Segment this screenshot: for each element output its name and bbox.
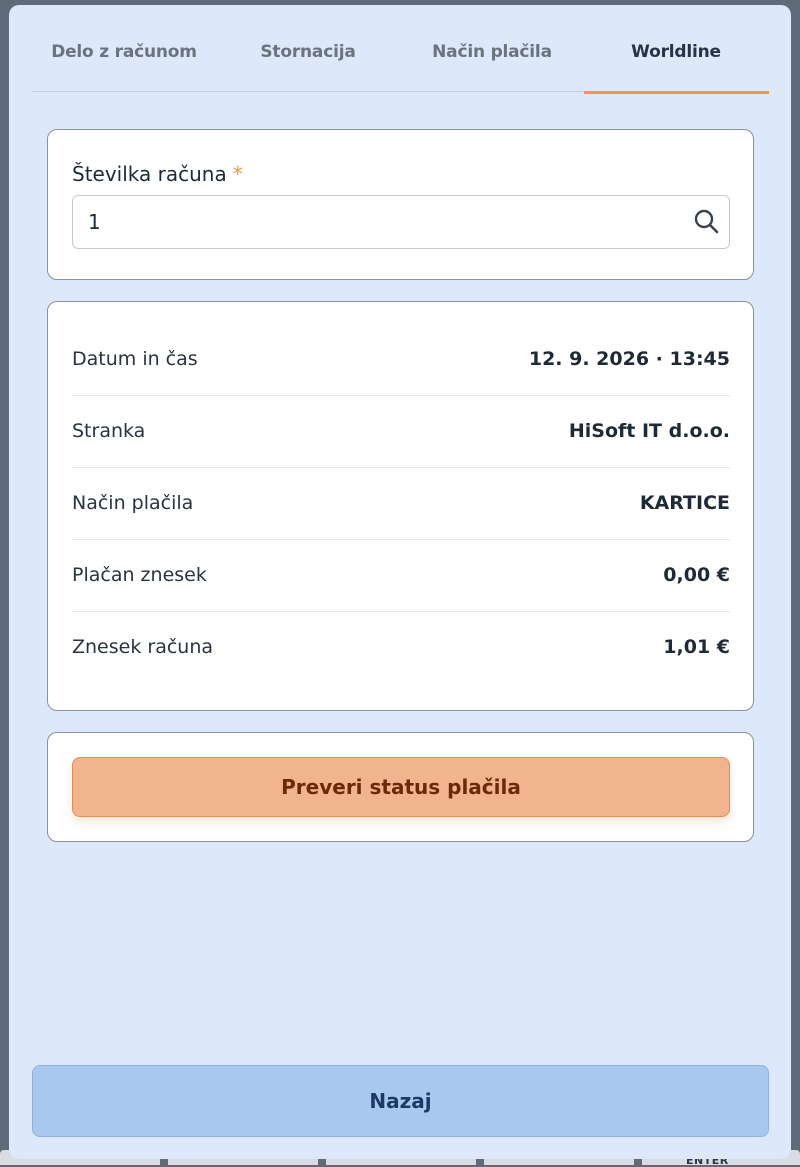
detail-value: HiSoft IT d.o.o.	[568, 420, 730, 442]
detail-label: Način plačila	[72, 492, 194, 514]
detail-label: Znesek računa	[72, 636, 214, 658]
search-icon[interactable]	[693, 208, 719, 234]
status-action-card: Preveri status plačila	[47, 732, 754, 842]
tab-cancellation[interactable]: Stornacija	[216, 5, 400, 92]
invoice-number-input[interactable]	[73, 196, 673, 248]
invoice-number-label-text: Številka računa	[72, 162, 227, 186]
payment-details-card: Datum in čas 12. 9. 2026 · 13:45 Stranka…	[47, 301, 754, 711]
back-button[interactable]: Nazaj	[32, 1065, 769, 1137]
required-mark: *	[232, 162, 243, 186]
detail-row-paid-amount: Plačan znesek 0,00 €	[72, 539, 730, 611]
detail-label: Stranka	[72, 420, 146, 442]
detail-value: 12. 9. 2026 · 13:45	[528, 348, 730, 370]
tab-payment-method[interactable]: Način plačila	[400, 5, 584, 92]
detail-row-payment-method: Način plačila KARTICE	[72, 467, 730, 539]
detail-row-customer: Stranka HiSoft IT d.o.o.	[72, 395, 730, 467]
tab-invoice-actions[interactable]: Delo z računom	[32, 5, 216, 92]
detail-value: 0,00 €	[663, 564, 730, 586]
detail-label: Datum in čas	[72, 348, 198, 370]
payment-modal: Delo z računom Stornacija Način plačila …	[9, 5, 791, 1159]
invoice-number-field	[72, 195, 730, 249]
tab-bar: Delo z računom Stornacija Način plačila …	[32, 5, 769, 94]
detail-row-datetime: Datum in čas 12. 9. 2026 · 13:45	[72, 323, 730, 395]
invoice-search-card: Številka računa *	[47, 129, 754, 280]
detail-value: KARTICE	[639, 492, 730, 514]
detail-label: Plačan znesek	[72, 564, 207, 586]
detail-value: 1,01 €	[663, 636, 730, 658]
invoice-number-label: Številka računa *	[72, 162, 243, 186]
check-payment-status-button[interactable]: Preveri status plačila	[72, 757, 730, 817]
tab-worldline[interactable]: Worldline	[584, 5, 769, 94]
detail-row-invoice-amount: Znesek računa 1,01 €	[72, 611, 730, 683]
